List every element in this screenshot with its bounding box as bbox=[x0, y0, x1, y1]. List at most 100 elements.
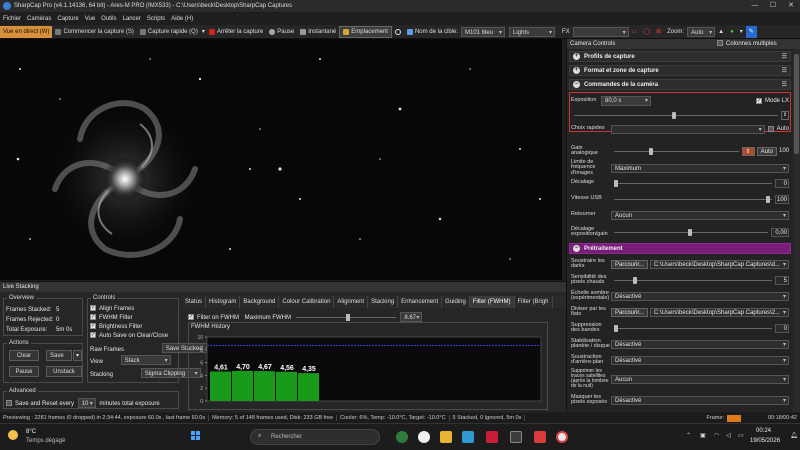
panel-scrollbar[interactable] bbox=[793, 50, 800, 412]
slider-knob[interactable] bbox=[614, 324, 618, 332]
quick-capture-button[interactable]: Capture rapide (Q) bbox=[137, 26, 201, 38]
hot-pixel-slider[interactable] bbox=[614, 276, 772, 284]
banding-slider[interactable] bbox=[614, 324, 772, 332]
stepper[interactable]: ⇕ bbox=[781, 110, 789, 120]
autosave-option[interactable]: ✓ Auto Save on Clear/Close bbox=[90, 332, 168, 341]
weather-icon[interactable] bbox=[8, 430, 18, 440]
close-button[interactable]: ✕ bbox=[782, 0, 800, 12]
slider-knob[interactable] bbox=[687, 228, 692, 236]
pause-stack-button[interactable]: Pause bbox=[9, 366, 39, 377]
exposure-gain-offset-slider[interactable] bbox=[614, 228, 768, 236]
slider-knob[interactable] bbox=[765, 195, 770, 203]
minutes-input[interactable]: 10 bbox=[77, 398, 96, 409]
tray-app-icon[interactable]: ▣ bbox=[700, 432, 706, 439]
slider-knob[interactable] bbox=[648, 147, 653, 155]
save-reset-checkbox[interactable] bbox=[6, 400, 12, 407]
start-capture-button[interactable]: Commencer la capture (S) bbox=[52, 26, 136, 38]
histogram-icon[interactable]: ▲ bbox=[715, 26, 727, 38]
sharpcap-icon[interactable] bbox=[534, 431, 546, 443]
offset-slider[interactable] bbox=[614, 179, 772, 187]
dark-scale-select[interactable]: Désactivé bbox=[611, 291, 789, 301]
tab-guiding[interactable]: Guiding bbox=[442, 296, 470, 308]
menu-icon[interactable]: ☰ bbox=[782, 67, 787, 74]
fx-select[interactable] bbox=[572, 26, 629, 38]
stabilization-select[interactable]: Désactivé bbox=[611, 339, 789, 349]
tab-stacking[interactable]: Stacking bbox=[368, 296, 399, 308]
app-icon-blue[interactable] bbox=[462, 431, 474, 443]
filter-fwhm-checkbox[interactable]: ✓ bbox=[188, 314, 194, 321]
banding-value[interactable]: 0 bbox=[775, 323, 789, 333]
gain-slider[interactable] bbox=[614, 147, 739, 155]
menu-view[interactable]: Vue bbox=[85, 16, 95, 22]
clear-button[interactable]: Clear bbox=[9, 350, 39, 361]
tab-alignment[interactable]: Alignment bbox=[334, 296, 369, 308]
gain-stepper[interactable]: ⇕ bbox=[741, 146, 755, 156]
app-icon-globe[interactable] bbox=[418, 431, 430, 443]
clock-time[interactable]: 00:24 bbox=[756, 428, 771, 434]
section-preprocessing[interactable]: − Prétraitement bbox=[569, 243, 791, 254]
satellite-select[interactable]: Aucun bbox=[611, 374, 789, 384]
live-view-button[interactable]: Vue en direct (W) bbox=[0, 25, 53, 38]
menu-file[interactable]: Fichier bbox=[3, 16, 21, 22]
target-name-select[interactable]: M101 bleu bbox=[461, 26, 505, 38]
menu-tools[interactable]: Outils bbox=[101, 16, 116, 22]
taskbar-search[interactable]: ⌕ Rechercher bbox=[250, 429, 380, 445]
slider-knob[interactable] bbox=[345, 313, 350, 321]
quick-choice-select[interactable] bbox=[611, 124, 765, 134]
menu-cameras[interactable]: Caméras bbox=[27, 16, 51, 22]
autosave-checkbox[interactable]: ✓ bbox=[90, 332, 96, 339]
multi-columns-toggle[interactable]: Colonnes multiples bbox=[717, 39, 777, 49]
browse-darks-button[interactable]: Parcourir... bbox=[611, 259, 649, 269]
tab-status[interactable]: Status bbox=[182, 296, 207, 308]
slider-knob[interactable] bbox=[671, 111, 676, 119]
section-format[interactable]: + Format et zone de capture ☰ bbox=[569, 65, 791, 76]
usb-value[interactable]: 100 bbox=[775, 194, 789, 204]
snapshot-button[interactable]: Instantané bbox=[297, 26, 339, 38]
tab-filter-brightness[interactable]: Filter (Brigh bbox=[515, 296, 553, 308]
pause-button[interactable]: Pause bbox=[266, 26, 297, 38]
hot-pixel-value[interactable]: 5 bbox=[775, 275, 789, 285]
record-icon[interactable] bbox=[392, 26, 404, 38]
weather-desc[interactable]: Temps dégagé bbox=[26, 438, 65, 444]
exposure-slider[interactable] bbox=[574, 111, 778, 119]
save-button[interactable]: Save bbox=[46, 350, 72, 361]
fwhm-checkbox[interactable]: ✓ bbox=[90, 314, 96, 321]
tab-colour-calibration[interactable]: Colour Calibration bbox=[279, 296, 335, 308]
frame-limit-select[interactable]: Maximum bbox=[611, 163, 789, 173]
tray-chevron-icon[interactable]: ⌃ bbox=[686, 432, 691, 439]
brightness-checkbox[interactable]: ✓ bbox=[90, 323, 96, 330]
zoom-select[interactable]: Auto bbox=[687, 26, 716, 38]
brightness-filter-option[interactable]: ✓ Brightness Filter bbox=[90, 323, 168, 332]
menu-icon[interactable]: ☰ bbox=[782, 53, 787, 60]
menu-capture[interactable]: Capture bbox=[57, 16, 78, 22]
filter-select[interactable]: Lights bbox=[509, 26, 555, 38]
auto-exposure-checkbox[interactable] bbox=[767, 126, 774, 132]
gain-value[interactable]: 100 bbox=[779, 148, 789, 154]
windows-start-icon[interactable] bbox=[191, 431, 201, 441]
scrollbar-thumb[interactable] bbox=[794, 54, 799, 154]
weather-temp[interactable]: 8°C bbox=[26, 429, 36, 435]
offset-value[interactable]: 0 bbox=[775, 178, 789, 188]
tab-enhancement[interactable]: Enhancement bbox=[398, 296, 443, 308]
tab-filter-fwhm[interactable]: Filter (FWHM) bbox=[469, 296, 515, 308]
section-camera-controls[interactable]: − Commandes de la caméra ☰ bbox=[569, 79, 791, 90]
battery-icon[interactable]: ▭ bbox=[738, 432, 744, 439]
slider-knob[interactable] bbox=[632, 276, 637, 284]
section-capture-profiles[interactable]: + Profils de capture ☰ bbox=[569, 51, 791, 62]
max-fwhm-value[interactable]: 8.67 bbox=[400, 312, 423, 323]
unstack-button[interactable]: Unstack bbox=[46, 366, 82, 377]
align-checkbox[interactable]: ✓ bbox=[90, 305, 96, 312]
volume-icon[interactable]: ◁ bbox=[726, 432, 731, 439]
live-image-view[interactable] bbox=[0, 39, 562, 280]
minimize-button[interactable]: — bbox=[746, 0, 764, 12]
view-select[interactable]: Stack bbox=[120, 355, 171, 366]
app-icon-terminal[interactable] bbox=[510, 431, 522, 443]
pen-icon[interactable]: ✎ bbox=[745, 25, 757, 38]
exposure-gain-offset-value[interactable]: 0,00 bbox=[771, 227, 789, 237]
app-icon-red[interactable] bbox=[486, 431, 498, 443]
circle-icon[interactable]: ◯ bbox=[640, 26, 653, 38]
fwhm-filter-option[interactable]: ✓ FWHM Filter bbox=[90, 314, 168, 323]
menu-help[interactable]: Aide (H) bbox=[171, 16, 193, 22]
slider-knob[interactable] bbox=[614, 179, 618, 187]
mask-select[interactable]: Désactivé bbox=[611, 395, 789, 405]
